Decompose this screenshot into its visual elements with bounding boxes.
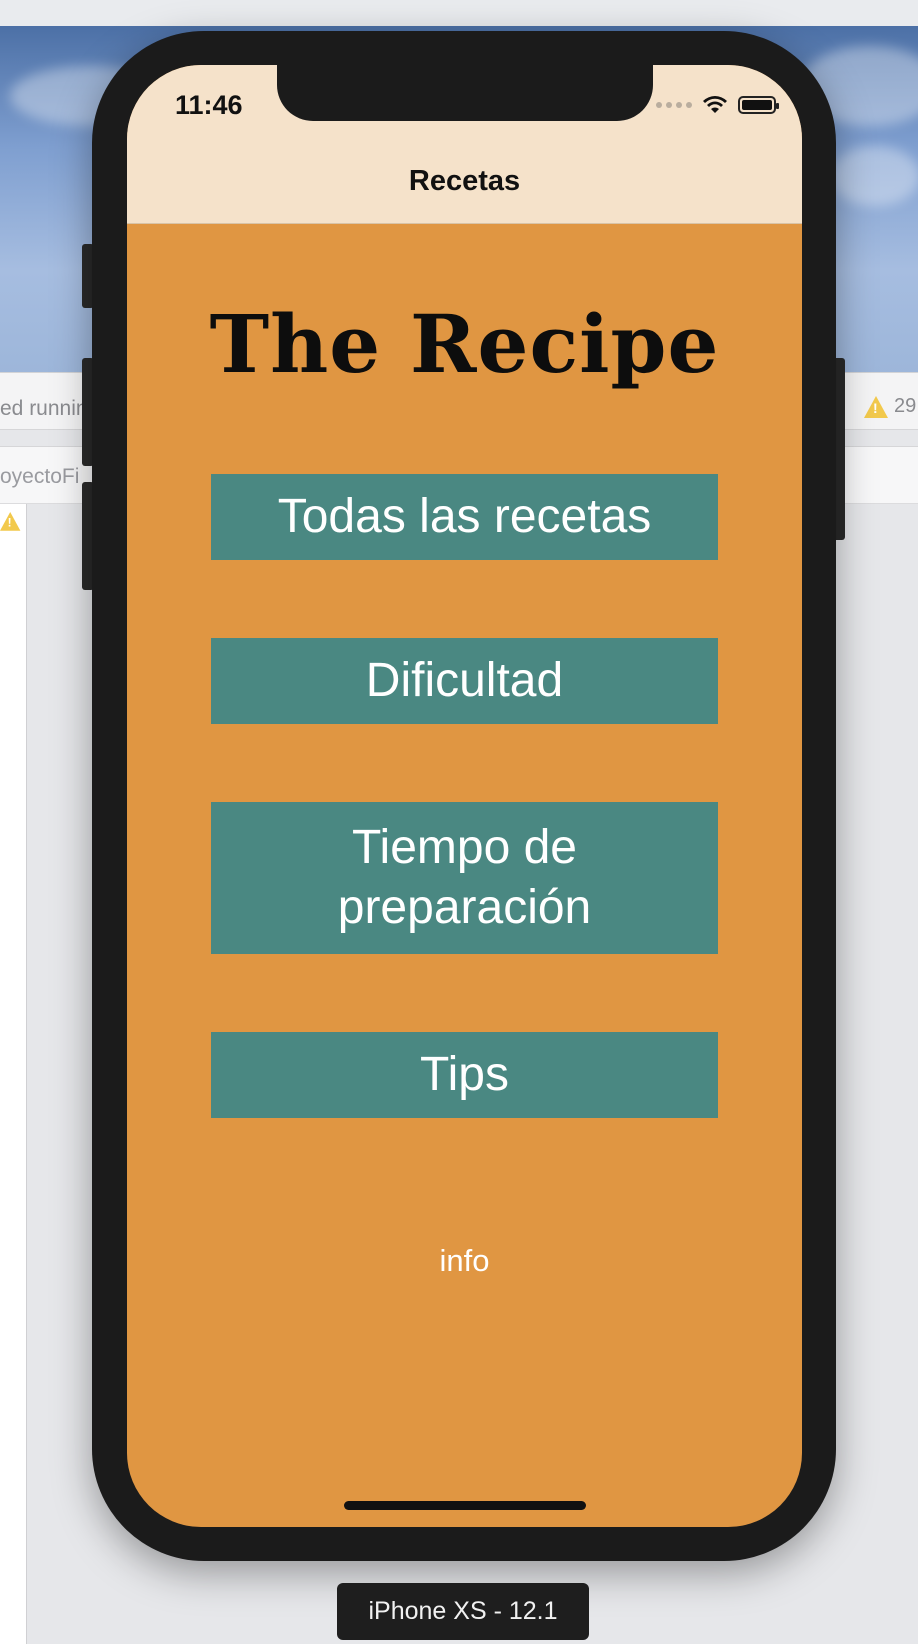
app-title: The Recipe — [209, 297, 720, 391]
tips-button[interactable]: Tips — [211, 1032, 718, 1118]
device-notch — [277, 65, 653, 121]
difficulty-button[interactable]: Dificultad — [211, 638, 718, 724]
xcode-issue-gutter — [0, 504, 27, 1644]
simulator-screen: 11:46 Recetas The Recipe Todas las recet… — [127, 65, 802, 1527]
navigation-title: Recetas — [408, 165, 521, 197]
gutter-warning-icon[interactable] — [0, 512, 24, 534]
xcode-status-text: ed runnin — [0, 397, 88, 420]
tips-label: Tips — [420, 1048, 509, 1101]
all-recipes-button[interactable]: Todas las recetas — [211, 474, 718, 560]
status-icons — [656, 95, 779, 115]
battery-icon — [738, 96, 779, 114]
prep-time-label: Tiempo de preparación — [337, 821, 592, 934]
xcode-project-tab[interactable]: oyectoFi — [0, 465, 79, 489]
all-recipes-label: Todas las recetas — [277, 490, 652, 543]
simulator-device-label: iPhone XS - 12.1 — [337, 1583, 589, 1640]
status-time: 11:46 — [175, 90, 243, 120]
info-button[interactable]: info — [127, 1243, 802, 1279]
cellular-signal-icon — [656, 102, 692, 108]
warning-icon — [864, 395, 888, 418]
home-indicator[interactable] — [344, 1501, 586, 1510]
warning-count: 29 — [894, 395, 917, 417]
xcode-warning-badge[interactable]: 29 — [864, 395, 916, 418]
prep-time-button[interactable]: Tiempo de preparación — [211, 802, 718, 954]
difficulty-label: Dificultad — [365, 654, 564, 707]
mac-menu-bar — [0, 0, 918, 28]
wifi-icon — [703, 96, 727, 113]
